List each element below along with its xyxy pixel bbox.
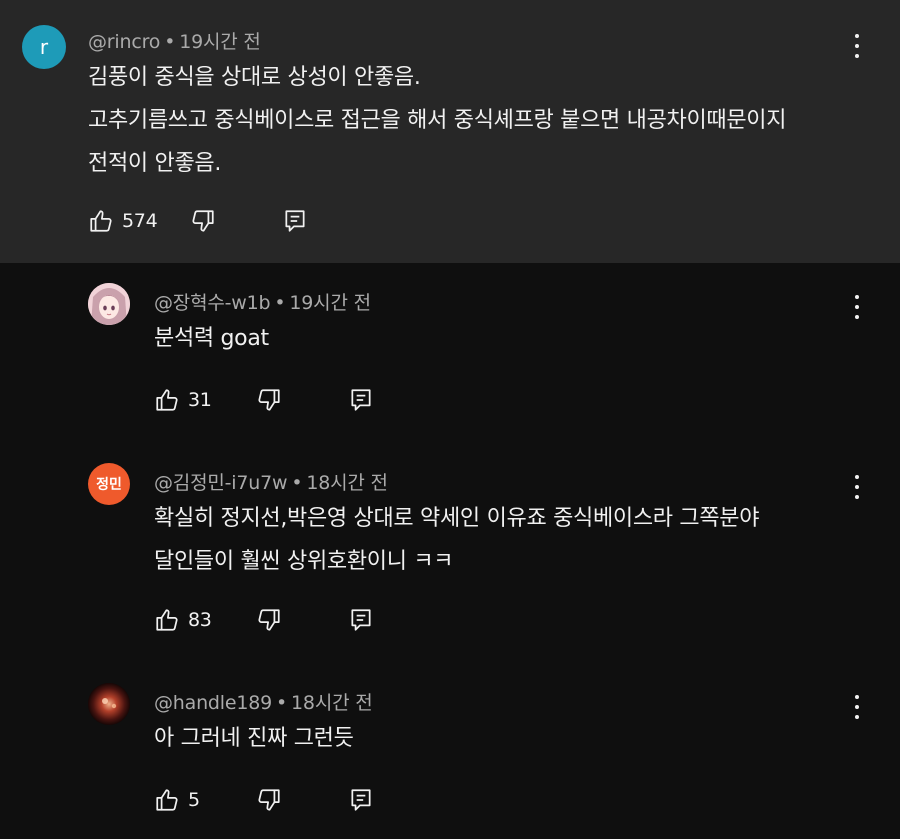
timestamp[interactable]: 19시간 전: [179, 31, 261, 53]
thumb-up-icon: [156, 609, 178, 631]
comment-line: 확실히 정지선,박은영 상대로 약세인 이유죠 중식베이스라 그쪽분야: [154, 506, 760, 531]
author-name[interactable]: @장혁수-w1b: [154, 292, 271, 314]
timestamp[interactable]: 18시간 전: [306, 472, 388, 494]
like-button[interactable]: 83: [154, 605, 212, 635]
meta-separator: •: [274, 292, 286, 314]
like-button[interactable]: 5: [154, 785, 200, 815]
thumb-up-icon: [156, 789, 178, 811]
comment-actions: 574: [88, 206, 328, 236]
dislike-button[interactable]: [256, 385, 282, 415]
more-vertical-icon[interactable]: [845, 692, 869, 722]
like-count: 31: [188, 389, 212, 411]
avatar[interactable]: r: [22, 25, 66, 69]
like-count: 83: [188, 609, 212, 631]
more-vertical-icon[interactable]: [845, 31, 869, 61]
reply-button[interactable]: [348, 785, 374, 815]
comment-meta: @handle189 • 18시간 전: [154, 688, 373, 715]
meta-separator: •: [291, 472, 303, 494]
timestamp[interactable]: 18시간 전: [291, 692, 373, 714]
author-name[interactable]: @rincro: [88, 31, 160, 53]
thumb-up-icon: [156, 389, 178, 411]
highlighted-comment: r @rincro • 19시간 전 김풍이 중식을 상대로 상성이 안좋음. 고추…: [0, 0, 900, 263]
like-count: 5: [188, 789, 200, 811]
more-vertical-icon[interactable]: [845, 472, 869, 502]
comment-actions: 5: [154, 785, 394, 815]
avatar[interactable]: [88, 283, 130, 325]
anime-portrait-avatar-image: [88, 283, 130, 325]
comment-meta: @김정민-i7u7w • 18시간 전: [154, 468, 388, 495]
thumb-down-icon: [192, 210, 214, 232]
avatar-initials: 정민: [96, 477, 122, 493]
avatar-letter: r: [39, 35, 49, 59]
reply-comment: @장혁수-w1b • 19시간 전 분석력 goat 31: [0, 263, 900, 443]
comment-line: 달인들이 훨씬 상위호환이니 ㅋㅋ: [154, 549, 454, 574]
reply-button[interactable]: [348, 605, 374, 635]
reply-icon: [351, 389, 371, 411]
meta-separator: •: [164, 31, 176, 53]
more-vertical-icon[interactable]: [845, 292, 869, 322]
author-name[interactable]: @handle189: [154, 692, 272, 714]
thumb-down-icon: [258, 609, 280, 631]
comment-line: 전적이 안좋음.: [88, 151, 222, 176]
dislike-button[interactable]: [256, 785, 282, 815]
avatar[interactable]: [88, 683, 130, 725]
comment-meta: @장혁수-w1b • 19시간 전: [154, 288, 371, 315]
comment-line: 김풍이 중식을 상대로 상성이 안좋음.: [88, 65, 421, 90]
reply-icon: [351, 609, 371, 631]
thumb-down-icon: [258, 789, 280, 811]
reply-button[interactable]: [282, 206, 308, 236]
reply-icon: [285, 210, 305, 232]
comment-line: 고추기름쓰고 중식베이스로 접근을 해서 중식셰프랑 붙으면 내공차이때문이지: [88, 108, 787, 133]
reply-comment: @handle189 • 18시간 전 아 그러네 진짜 그런듯 5: [0, 663, 900, 839]
like-button[interactable]: 31: [154, 385, 212, 415]
dark-photo-avatar-image: [88, 683, 130, 725]
comment-actions: 31: [154, 385, 394, 415]
reply-button[interactable]: [348, 385, 374, 415]
comment-text: 김풍이 중식을 상대로 상성이 안좋음. 고추기름쓰고 중식베이스로 접근을 해…: [88, 56, 786, 185]
avatar[interactable]: 정민: [88, 463, 130, 505]
like-button[interactable]: 574: [88, 206, 158, 236]
thumb-down-icon: [258, 389, 280, 411]
comment-text: 분석력 goat: [154, 317, 269, 360]
thumb-up-icon: [90, 210, 112, 232]
comment-line: 아 그러네 진짜 그런듯: [154, 726, 354, 751]
comment-meta: @rincro • 19시간 전: [88, 27, 261, 54]
comment-text: 아 그러네 진짜 그런듯: [154, 717, 354, 760]
dislike-button[interactable]: [256, 605, 282, 635]
dislike-button[interactable]: [190, 206, 216, 236]
meta-separator: •: [276, 692, 288, 714]
comment-actions: 83: [154, 605, 394, 635]
reply-icon: [351, 789, 371, 811]
comment-line: 분석력 goat: [154, 326, 269, 351]
timestamp[interactable]: 19시간 전: [289, 292, 371, 314]
comment-text: 확실히 정지선,박은영 상대로 약세인 이유죠 중식베이스라 그쪽분야 달인들이…: [154, 497, 759, 583]
like-count: 574: [122, 210, 158, 232]
author-name[interactable]: @김정민-i7u7w: [154, 472, 288, 494]
reply-comment: 정민 @김정민-i7u7w • 18시간 전 확실히 정지선,박은영 상대로 약세인…: [0, 443, 900, 663]
